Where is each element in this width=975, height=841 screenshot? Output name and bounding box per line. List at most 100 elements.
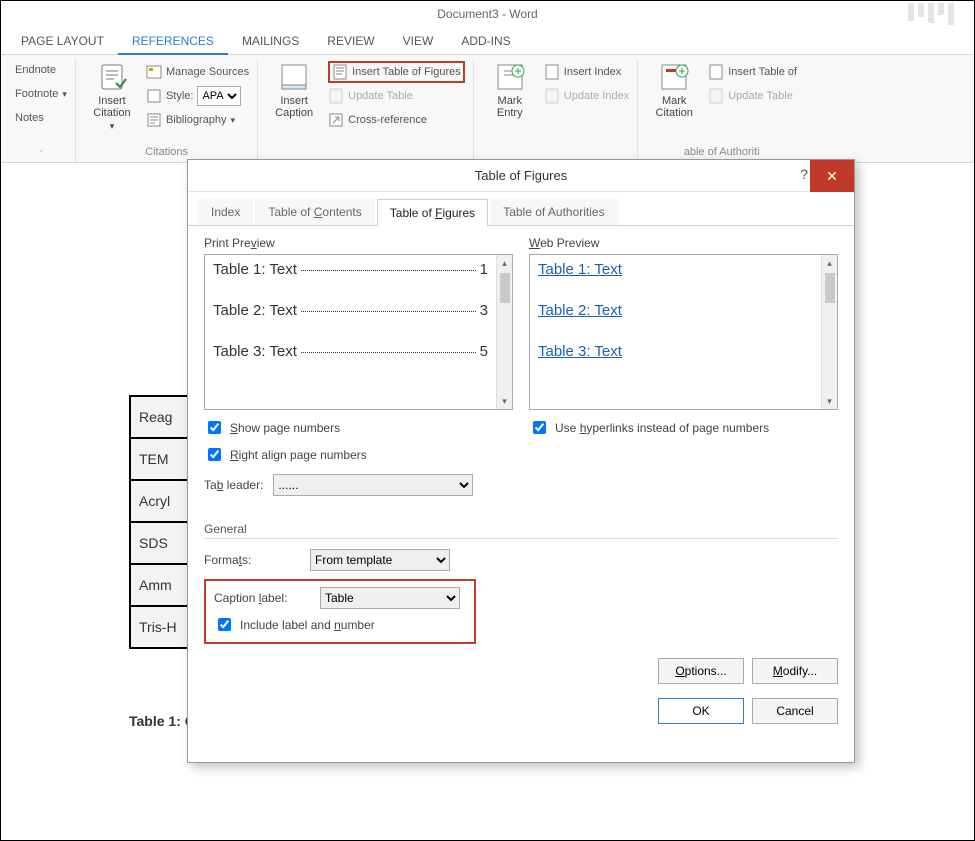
options-button[interactable]: Options... (658, 658, 744, 684)
tab-mailings[interactable]: MAILINGS (228, 27, 313, 55)
insert-index-icon (544, 64, 560, 80)
insert-toa-button[interactable]: Insert Table of (708, 61, 797, 83)
update-index-label: Update Index (564, 90, 629, 102)
cross-ref-icon (328, 112, 344, 128)
show-page-numbers-label: Show page numbers (230, 421, 340, 435)
pp-entry-page: 1 (480, 261, 488, 278)
pp-entry-page: 5 (480, 343, 488, 360)
citation-style-select[interactable]: APA (197, 86, 241, 106)
tab-references[interactable]: REFERENCES (118, 27, 228, 55)
dialog-titlebar: Table of Figures ? ✕ (188, 160, 854, 192)
right-align-checkbox[interactable] (208, 448, 221, 461)
use-hyperlinks-checkbox[interactable] (533, 421, 546, 434)
show-notes-button[interactable]: Notes (15, 107, 67, 129)
style-icon (146, 88, 162, 104)
tab-addins[interactable]: ADD-INS (447, 27, 524, 55)
tab-review[interactable]: REVIEW (313, 27, 388, 55)
caption-icon (278, 61, 310, 93)
insert-table-of-figures-button[interactable]: Insert Table of Figures (328, 61, 465, 83)
insert-caption-label: Insert Caption (275, 95, 313, 119)
mark-citation-icon (658, 61, 690, 93)
dialog-tab-toc[interactable]: Table of Contents (255, 198, 374, 225)
general-label: General (204, 522, 838, 539)
scrollbar[interactable]: ▴▾ (496, 255, 512, 409)
update-table-label: Update Table (348, 90, 413, 102)
update-index-icon (544, 88, 560, 104)
ribbon-group-footnotes: Endnote Footnote ▾ Notes ᐧ (7, 59, 76, 162)
dialog-body: Print Preview Table 1: Text 1 Table 2: Te… (188, 226, 854, 734)
pp-entry-text: Table 1: Text (213, 261, 297, 278)
close-button[interactable]: ✕ (810, 160, 854, 192)
caption-label-label: Caption label: (214, 591, 310, 605)
dialog-tab-toa-label: Table of Authorities (503, 205, 604, 219)
bibliography-label: Bibliography (166, 114, 227, 126)
ribbon-group-citations: Insert Citation ▾ Manage Sources Style: … (76, 59, 258, 162)
mark-citation-label: Mark Citation (656, 95, 693, 119)
right-align-label: Right align page numbers (230, 448, 367, 462)
use-hyperlinks-label: Use hyperlinks instead of page numbers (555, 421, 769, 435)
modify-button[interactable]: Modify... (752, 658, 838, 684)
bibliography-button[interactable]: Bibliography ▾ (146, 109, 249, 131)
print-preview-label: Print Preview (204, 236, 513, 250)
general-section: General Formats: From template Caption l… (204, 522, 838, 644)
tab-leader-label: Tab leader: (204, 478, 263, 492)
caption-label-highlight: Caption label: Table Include label and n… (204, 579, 476, 644)
ok-button[interactable]: OK (658, 698, 744, 724)
pp-entry-text: Table 3: Text (213, 343, 297, 360)
formats-select[interactable]: From template (310, 549, 450, 571)
dialog-tab-index[interactable]: Index (198, 198, 253, 225)
insert-citation-button[interactable]: Insert Citation ▾ (84, 59, 140, 132)
wp-entry: Table 1: Text (538, 261, 813, 278)
ribbon-group-authorities: Mark Citation Insert Table of Update Tab… (638, 59, 805, 162)
bibliography-icon (146, 112, 162, 128)
dialog-tab-toa[interactable]: Table of Authorities (490, 198, 617, 225)
insert-caption-button[interactable]: Insert Caption (266, 59, 322, 119)
mark-entry-icon (494, 61, 526, 93)
wp-entry: Table 3: Text (538, 343, 813, 360)
ribbon-tabs: PAGE LAYOUT REFERENCES MAILINGS REVIEW V… (1, 27, 974, 55)
cross-ref-label: Cross-reference (348, 114, 427, 126)
update-table-button[interactable]: Update Table (328, 85, 465, 107)
close-icon: ✕ (826, 168, 838, 185)
footnote-label: Footnote (15, 88, 58, 100)
help-button[interactable]: ? (800, 166, 808, 182)
web-preview-label: Web Preview (529, 236, 838, 250)
insert-index-button[interactable]: Insert Index (544, 61, 629, 83)
cancel-button[interactable]: Cancel (752, 698, 838, 724)
update-index-button[interactable]: Update Index (544, 85, 629, 107)
next-footnote-button[interactable]: Footnote ▾ (15, 83, 67, 105)
mark-entry-button[interactable]: Mark Entry (482, 59, 538, 119)
update-table-icon (328, 88, 344, 104)
mark-citation-button[interactable]: Mark Citation (646, 59, 702, 119)
update-toa-icon (708, 88, 724, 104)
scrollbar[interactable]: ▴▾ (821, 255, 837, 409)
caption-label-select[interactable]: Table (320, 587, 460, 609)
update-toa-button[interactable]: Update Table (708, 85, 797, 107)
group-label-footnotes: ᐧ (15, 143, 67, 162)
wp-entry: Table 2: Text (538, 302, 813, 319)
manage-sources-button[interactable]: Manage Sources (146, 61, 249, 83)
include-label-checkbox[interactable] (218, 618, 231, 631)
print-preview-box: Table 1: Text1 Table 2: Text3 Table 3: T… (204, 254, 513, 410)
insert-toa-label: Insert Table of (728, 66, 797, 78)
tab-page-layout[interactable]: PAGE LAYOUT (7, 27, 118, 55)
dialog-title: Table of Figures (475, 168, 568, 183)
pp-entry-text: Table 2: Text (213, 302, 297, 319)
web-preview-box: Table 1: Text Table 2: Text Table 3: Tex… (529, 254, 838, 410)
cross-reference-button[interactable]: Cross-reference (328, 109, 465, 131)
insert-endnote-button[interactable]: Endnote (15, 59, 67, 81)
tab-leader-select[interactable]: ...... (273, 474, 473, 496)
ribbon: Endnote Footnote ▾ Notes ᐧ Insert Citati… (1, 55, 974, 163)
ribbon-group-index: Mark Entry Insert Index Update Index (474, 59, 638, 162)
manage-sources-icon (146, 64, 162, 80)
insert-citation-label: Insert Citation (93, 95, 130, 119)
tab-view[interactable]: VIEW (389, 27, 448, 55)
dialog-tab-tof[interactable]: Table of Figures (377, 199, 488, 226)
manage-sources-label: Manage Sources (166, 66, 249, 78)
insert-tof-label: Insert Table of Figures (352, 66, 461, 78)
show-page-numbers-checkbox[interactable] (208, 421, 221, 434)
titlebar: Document3 - Word (1, 1, 974, 27)
insert-index-label: Insert Index (564, 66, 621, 78)
app-window: Document3 - Word PAGE LAYOUT REFERENCES … (0, 0, 975, 841)
citation-icon (96, 61, 128, 93)
